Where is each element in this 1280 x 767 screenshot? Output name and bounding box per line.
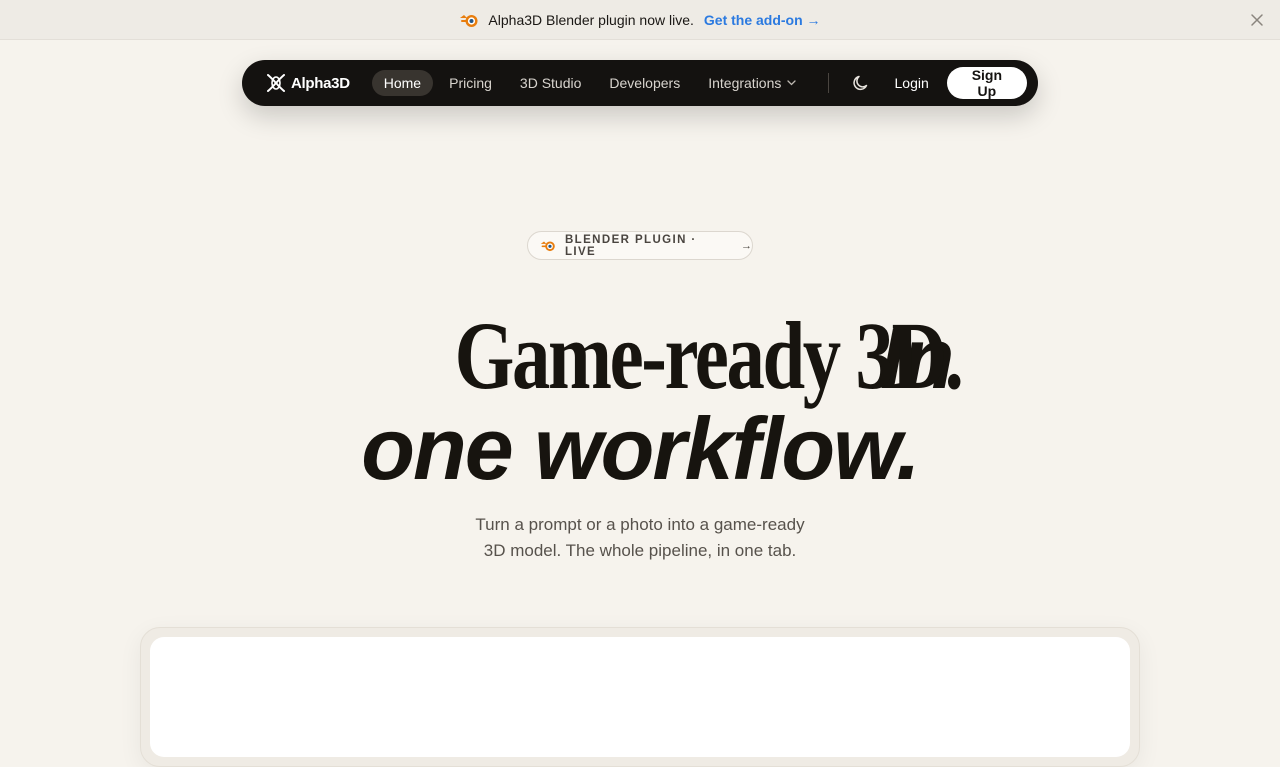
headline-italic-2: one workflow. bbox=[361, 399, 920, 498]
badge-label: BLENDER PLUGIN · LIVE bbox=[564, 233, 697, 258]
arrow-right-icon: → bbox=[741, 239, 752, 252]
moon-icon bbox=[853, 75, 868, 91]
main-nav: Alpha3D Home Pricing 3D Studio Developer… bbox=[242, 60, 1038, 106]
subtitle-line-1: Turn a prompt or a photo into a game-rea… bbox=[475, 515, 805, 534]
hero-headline: Game-ready 3D. In one workflow. bbox=[0, 300, 1280, 498]
login-link[interactable]: Login bbox=[895, 75, 929, 91]
nav-developers[interactable]: Developers bbox=[597, 70, 692, 96]
subtitle-line-2: 3D model. The whole pipeline, in one tab… bbox=[483, 541, 797, 560]
headline-line-2: one workflow. bbox=[0, 398, 1280, 498]
nav-integrations[interactable]: Integrations bbox=[696, 70, 808, 96]
chevron-down-icon bbox=[787, 80, 797, 86]
preview-card bbox=[150, 637, 1130, 757]
close-icon[interactable] bbox=[1249, 12, 1265, 28]
announcement-bar: Alpha3D Blender plugin now live. Get the… bbox=[0, 0, 1280, 40]
signup-button[interactable]: Sign Up bbox=[946, 67, 1027, 99]
theme-toggle[interactable] bbox=[851, 72, 870, 94]
nav-3d-studio[interactable]: 3D Studio bbox=[508, 70, 593, 96]
hero-subtitle: Turn a prompt or a photo into a game-rea… bbox=[0, 512, 1280, 564]
nav-integrations-label: Integrations bbox=[708, 75, 782, 91]
alpha3d-logo-icon bbox=[267, 74, 285, 92]
brand-name: Alpha3D bbox=[291, 74, 350, 92]
brand-logo[interactable]: Alpha3D bbox=[266, 74, 350, 92]
nav-divider bbox=[828, 73, 830, 93]
headline-serif: Game-ready 3D. bbox=[454, 302, 963, 409]
nav-home[interactable]: Home bbox=[371, 70, 434, 96]
announcement-message: Alpha3D Blender plugin now live. bbox=[488, 11, 694, 28]
get-addon-link[interactable]: Get the add-on → bbox=[704, 12, 821, 28]
blender-icon bbox=[540, 241, 555, 252]
nav-pricing[interactable]: Pricing bbox=[437, 70, 504, 96]
headline-line-1: Game-ready 3D. In bbox=[0, 300, 1280, 409]
blender-plugin-badge[interactable]: BLENDER PLUGIN · LIVE → bbox=[527, 231, 753, 260]
blender-icon bbox=[460, 14, 478, 27]
